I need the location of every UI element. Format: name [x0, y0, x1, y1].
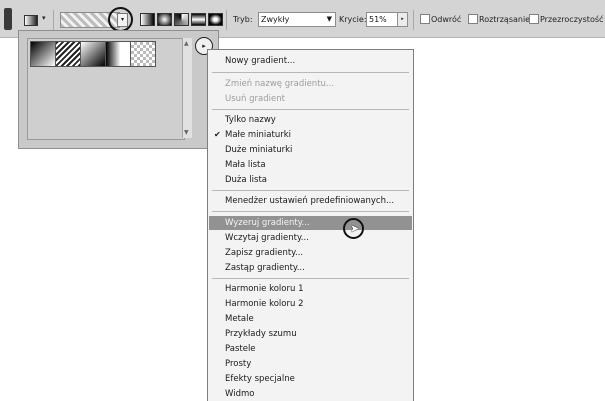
menu-item-label: Zapisz gradienty... — [225, 248, 304, 258]
menu-separator — [212, 109, 409, 110]
menu-item-small-thumbnail[interactable]: ✔ Małe miniaturki — [209, 128, 412, 142]
preset-swatch[interactable] — [30, 41, 56, 67]
opacity-slider-button[interactable]: ▸ — [397, 12, 408, 27]
menu-item-label: Metale — [225, 314, 254, 324]
menu-item-label: Wyzeruj gradienty... — [225, 218, 310, 228]
menu-item-label: Usuń gradient — [225, 94, 285, 104]
reverse-label: Odwróć — [431, 15, 462, 24]
menu-item-label: Przykłady szumu — [225, 329, 297, 339]
scroll-down-icon[interactable]: ▼ — [184, 129, 189, 136]
linear-gradient-icon[interactable] — [140, 13, 155, 26]
dither-checkbox[interactable] — [468, 14, 478, 24]
check-icon: ✔ — [214, 130, 221, 139]
menu-item-label: Duża lista — [225, 175, 267, 185]
menu-item-label: Widmo — [225, 389, 255, 399]
mode-select[interactable]: Zwykły ▼ — [258, 12, 336, 27]
mode-label: Tryb: — [233, 15, 253, 24]
menu-item-label: Prosty — [225, 359, 252, 369]
preset-list — [27, 38, 185, 140]
menu-item-color-harmonies-1[interactable]: Harmonie koloru 1 — [209, 282, 412, 296]
menu-item-replace-gradients[interactable]: Zastąp gradienty... — [209, 261, 412, 275]
menu-item-text-only[interactable]: Tylko nazwy — [209, 113, 412, 127]
menu-item-spectrums[interactable]: Widmo — [209, 387, 412, 401]
annotation-circle — [108, 7, 133, 32]
menu-item-preset-manager[interactable]: Menedżer ustawień predefiniowanych... — [209, 194, 412, 208]
menu-item-label: Nowy gradient... — [225, 56, 296, 66]
transparency-checkbox[interactable] — [529, 14, 539, 24]
menu-item-large-thumbnail[interactable]: Duże miniaturki — [209, 143, 412, 157]
menu-item-special-effects[interactable]: Efekty specjalne — [209, 372, 412, 386]
radial-gradient-icon[interactable] — [157, 13, 172, 26]
gradient-tool-icon[interactable] — [24, 15, 38, 26]
menu-item-large-list[interactable]: Duża lista — [209, 173, 412, 187]
opacity-input[interactable]: 51% — [366, 12, 398, 27]
separator — [226, 10, 227, 30]
gradient-preset-picker: ▲ ▼ ▸ — [18, 30, 219, 149]
menu-item-label: Pastele — [225, 344, 256, 354]
menu-item-small-list[interactable]: Mała lista — [209, 158, 412, 172]
preset-swatch[interactable] — [130, 41, 156, 67]
menu-item-label: Efekty specjalne — [225, 374, 295, 384]
menu-item-simple[interactable]: Prosty — [209, 357, 412, 371]
menu-item-label: Duże miniaturki — [225, 145, 293, 155]
angle-gradient-icon[interactable] — [174, 13, 189, 26]
menu-item-save-gradients[interactable]: Zapisz gradienty... — [209, 246, 412, 260]
tool-preset-arrow-icon[interactable]: ▾ — [42, 14, 46, 22]
menu-item-label: Małe miniaturki — [225, 130, 291, 140]
menu-separator — [212, 211, 409, 212]
chevron-down-icon: ▼ — [326, 15, 332, 23]
mode-value: Zwykły — [261, 15, 290, 24]
menu-separator — [212, 278, 409, 279]
dither-label: Roztrząsanie — [479, 15, 531, 24]
mouse-pointer-icon: ➤ — [350, 222, 360, 235]
opacity-value: 51% — [369, 15, 387, 24]
menu-item-color-harmonies-2[interactable]: Harmonie koloru 2 — [209, 297, 412, 311]
diamond-gradient-icon[interactable] — [208, 13, 223, 26]
menu-item-delete-gradient: Usuń gradient — [209, 92, 412, 106]
preset-scrollbar[interactable]: ▲ ▼ — [182, 38, 192, 138]
menu-item-label: Harmonie koloru 1 — [225, 284, 304, 294]
preset-swatch[interactable] — [80, 41, 106, 67]
menu-item-label: Tylko nazwy — [225, 115, 276, 125]
toolbar-grip[interactable] — [4, 8, 12, 30]
separator — [413, 10, 414, 30]
menu-item-label: Mała lista — [225, 160, 266, 170]
menu-item-reset-gradients[interactable]: Wyzeruj gradienty... — [209, 216, 412, 230]
menu-item-label: Wczytaj gradienty... — [225, 233, 309, 243]
menu-item-new-gradient[interactable]: Nowy gradient... — [209, 54, 412, 68]
menu-item-pastels[interactable]: Pastele — [209, 342, 412, 356]
reverse-checkbox[interactable] — [420, 14, 430, 24]
menu-item-label: Zastąp gradienty... — [225, 263, 305, 273]
menu-item-label: Harmonie koloru 2 — [225, 299, 304, 309]
menu-item-label: Zmień nazwę gradientu... — [225, 79, 335, 89]
transparency-label: Przezroczystość — [540, 15, 604, 24]
menu-separator — [212, 72, 409, 73]
scroll-up-icon[interactable]: ▲ — [184, 40, 189, 47]
preset-swatch[interactable] — [105, 41, 131, 67]
preset-swatch[interactable] — [55, 41, 81, 67]
opacity-label: Krycie: — [339, 15, 367, 24]
menu-separator — [212, 190, 409, 191]
menu-item-load-gradients[interactable]: Wczytaj gradienty... — [209, 231, 412, 245]
preset-panel-menu: Nowy gradient... Zmień nazwę gradientu..… — [207, 49, 414, 401]
menu-item-metals[interactable]: Metale — [209, 312, 412, 326]
menu-item-rename-gradient: Zmień nazwę gradientu... — [209, 77, 412, 91]
separator — [53, 10, 54, 30]
menu-item-noise-samples[interactable]: Przykłady szumu — [209, 327, 412, 341]
menu-item-label: Menedżer ustawień predefiniowanych... — [225, 196, 395, 206]
reflected-gradient-icon[interactable] — [191, 13, 206, 26]
